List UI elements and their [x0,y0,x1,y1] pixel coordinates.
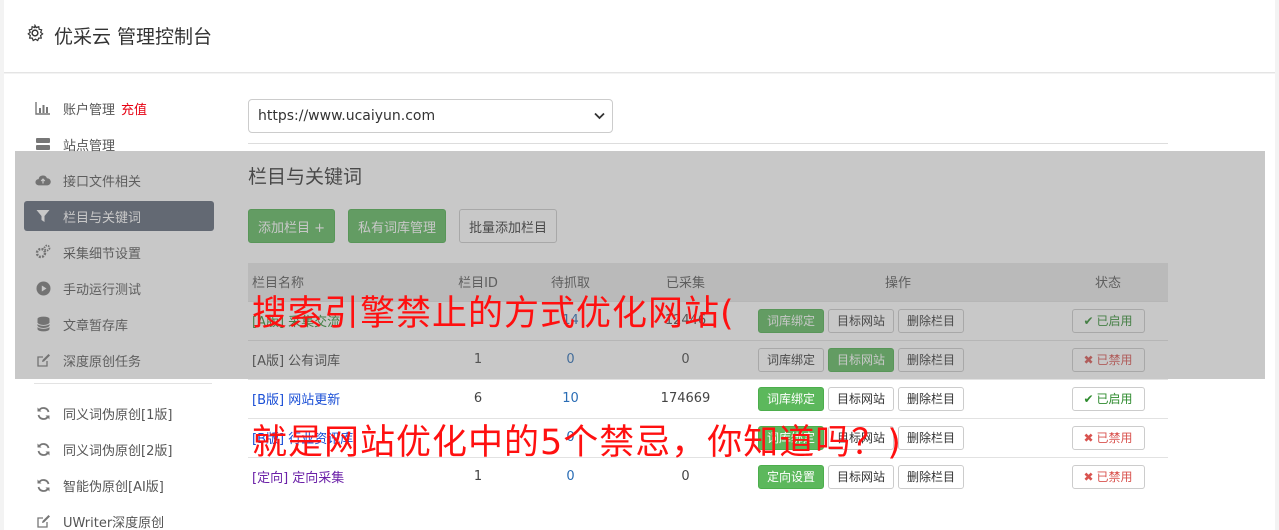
delete-column-button[interactable]: 删除栏目 [898,347,965,372]
check-icon: ✔ [1083,391,1094,406]
delete-column-button[interactable]: 删除栏目 [898,425,965,450]
row-collected: 0 [681,352,690,367]
target-site-button[interactable]: 目标网站 [828,347,895,372]
cloud-upload-icon [35,172,51,188]
sidebar-item-ai-rewrite[interactable]: 智能伪原创[AI版] [24,470,214,500]
app-title: 优采云 管理控制台 [54,26,213,48]
close-icon: ✖ [1083,352,1094,367]
overlay-caption-line2: 就是网站优化中的5个禁忌，你知道吗？) [252,423,902,463]
site-select[interactable]: https://www.ucaiyun.com [248,99,613,133]
delete-column-button[interactable]: 删除栏目 [898,464,965,489]
row-id: 6 [473,391,483,406]
edit-icon [35,352,51,368]
bar-chart-icon [35,100,51,116]
sidebar-item-label: 深度原创任务 [63,354,142,370]
status-toggle[interactable]: ✖ 已禁用 [1071,347,1145,372]
check-icon: ✔ [1083,313,1094,328]
edit-icon [35,513,51,529]
sidebar-item-label: 接口文件相关 [63,174,142,190]
table-row: [B版] 网站更新 6 10 174669 词库绑定 目标网站 删除栏目 ✔ 已启… [248,379,1168,418]
delete-column-button[interactable]: 删除栏目 [898,308,965,333]
sidebar-item-label: 采集细节设置 [63,246,142,262]
target-site-button[interactable]: 目标网站 [828,386,895,411]
lexicon-bind-button[interactable]: 词库绑定 [758,308,825,333]
sidebar-item-sites[interactable]: 站点管理 [24,129,214,159]
col-header-operations: 操作 [884,276,911,292]
sidebar-item-label: 文章暂存库 [63,318,129,334]
sidebar-item-label: 栏目与关键词 [63,210,142,226]
play-circle-icon [35,280,51,296]
sidebar-item-article-store[interactable]: 文章暂存库 [24,309,214,339]
sidebar-item-manual-run[interactable]: 手动运行测试 [24,273,214,303]
section-title: 栏目与关键词 [248,166,363,188]
status-toggle[interactable]: ✖ 已禁用 [1071,464,1145,489]
refresh-icon [35,477,51,493]
divider [248,143,1168,144]
site-select-value: https://www.ucaiyun.com [258,108,436,124]
top-bar: 优采云 管理控制台 [4,0,1275,73]
row-pending[interactable]: 10 [518,379,623,418]
target-site-button[interactable]: 目标网站 [828,308,895,333]
sidebar-item-uwriter[interactable]: UWriter深度原创 [24,506,214,530]
sidebar-item-label: 账户管理 [63,102,116,118]
lexicon-bind-button[interactable]: 词库绑定 [758,347,825,372]
row-id: 1 [473,352,483,367]
row-name[interactable]: [B版] 网站更新 [248,379,438,418]
row-name[interactable]: [A版] 公有词库 [248,340,438,379]
batch-add-button[interactable]: 批量添加栏目 [459,209,558,243]
brand[interactable]: 优采云 管理控制台 [26,22,212,49]
close-icon: ✖ [1083,469,1094,484]
private-lexicon-button[interactable]: 私有词库管理 [348,209,447,243]
sidebar-item-columns-keywords[interactable]: 栏目与关键词 [24,201,214,231]
target-site-button[interactable]: 目标网站 [828,464,895,489]
cogs-icon [35,244,51,260]
sidebar-item-synonym-v1[interactable]: 同义词伪原创[1版] [24,398,214,428]
sidebar-item-label: 智能伪原创[AI版] [63,479,164,495]
sidebar: 账户管理 充值 站点管理 接口文件相关 栏目与关键词 采集细节设置 手动运行测试… [24,93,214,530]
database-icon [35,316,51,332]
overlay-caption-line1: 搜索引擎禁止的方式优化网站( [252,294,735,334]
row-pending[interactable]: 0 [518,340,623,379]
table-row: [A版] 公有词库 1 0 0 词库绑定 目标网站 删除栏目 ✖ 已禁用 [248,340,1168,379]
sidebar-item-label: 手动运行测试 [63,282,142,298]
action-buttons: 添加栏目 + 私有词库管理 批量添加栏目 [248,209,1168,243]
col-header-status: 状态 [1094,276,1121,292]
server-icon [35,136,51,152]
sidebar-item-label: UWriter深度原创 [63,515,165,530]
close-icon: ✖ [1083,430,1094,445]
sidebar-item-synonym-v2[interactable]: 同义词伪原创[2版] [24,434,214,464]
delete-column-button[interactable]: 删除栏目 [898,386,965,411]
lexicon-bind-button[interactable]: 词库绑定 [758,386,825,411]
status-toggle[interactable]: ✔ 已启用 [1071,308,1145,333]
sidebar-divider [34,383,212,384]
sidebar-item-interface-files[interactable]: 接口文件相关 [24,165,214,195]
filter-icon [35,208,51,224]
recharge-link[interactable]: 充值 [121,99,147,118]
sidebar-item-deep-original[interactable]: 深度原创任务 [24,345,214,375]
gear-icon [26,23,44,47]
sidebar-item-collect-settings[interactable]: 采集细节设置 [24,237,214,267]
directed-settings-button[interactable]: 定向设置 [758,464,825,489]
sidebar-item-account[interactable]: 账户管理 充值 [24,93,214,123]
sidebar-item-label: 同义词伪原创[1版] [63,407,173,423]
sidebar-item-label: 同义词伪原创[2版] [63,443,173,459]
refresh-icon [35,441,51,457]
status-toggle[interactable]: ✔ 已启用 [1071,386,1145,411]
chevron-down-icon [594,108,605,124]
sidebar-item-label: 站点管理 [63,138,116,154]
refresh-icon [35,405,51,421]
add-column-button[interactable]: 添加栏目 + [248,209,336,243]
status-toggle[interactable]: ✖ 已禁用 [1071,425,1145,450]
row-collected: 174669 [660,391,711,406]
